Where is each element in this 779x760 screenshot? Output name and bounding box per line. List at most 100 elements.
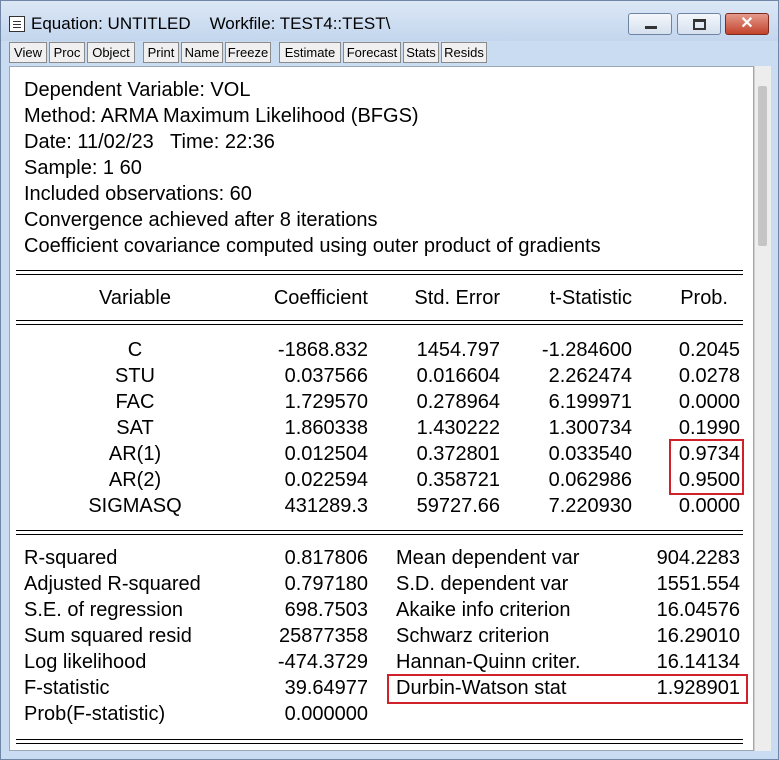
table-cell-variable: STU	[115, 365, 155, 387]
stat-label-se-regression: S.E. of regression	[24, 599, 183, 621]
toolbar-stats-button[interactable]: Stats	[403, 42, 439, 63]
stat-value-schwarz: 16.29010	[656, 625, 740, 647]
toolbar: View Proc Object Print Name Freeze Estim…	[9, 41, 769, 65]
table-cell-t-statistic: -1.284600	[541, 339, 632, 361]
table-cell-t-statistic: 0.033540	[548, 443, 632, 465]
toolbar-estimate-button[interactable]: Estimate	[279, 42, 341, 63]
table-cell-coefficient: 431289.3	[284, 495, 368, 517]
stat-label-adjusted-r-squared: Adjusted R-squared	[24, 573, 201, 595]
divider	[16, 270, 743, 271]
stat-value-adjusted-r-squared: 0.797180	[284, 573, 368, 595]
stat-value-sum-squared-resid: 25877358	[279, 625, 368, 647]
stat-value-hannan-quinn: 16.14134	[656, 651, 740, 673]
table-cell-variable: AR(1)	[108, 443, 162, 465]
method-line: Method: ARMA Maximum Likelihood (BFGS)	[24, 105, 419, 127]
maximize-button[interactable]	[677, 13, 721, 35]
table-cell-coefficient: 1.729570	[284, 391, 368, 413]
stat-label-r-squared: R-squared	[24, 547, 118, 569]
convergence-line: Convergence achieved after 8 iterations	[24, 209, 378, 231]
minimize-button[interactable]	[628, 13, 672, 35]
stat-label-mean-dependent-var: Mean dependent var	[396, 547, 580, 569]
vertical-scrollbar[interactable]	[754, 66, 771, 751]
divider	[16, 534, 743, 535]
scrollbar-thumb[interactable]	[758, 86, 767, 246]
table-cell-std-error: 0.372801	[416, 443, 500, 465]
divider	[16, 739, 743, 740]
stat-label-sum-squared-resid: Sum squared resid	[24, 625, 192, 647]
stat-value-prob-f-statistic: 0.000000	[284, 703, 368, 725]
stat-value-akaike: 16.04576	[656, 599, 740, 621]
close-button[interactable]: ✕	[725, 13, 769, 35]
stat-value-sd-dependent-var: 1551.554	[656, 573, 740, 595]
table-cell-prob: 0.1990	[678, 417, 740, 439]
divider	[16, 274, 743, 275]
table-cell-std-error: 0.016604	[416, 365, 500, 387]
table-cell-prob: 0.2045	[678, 339, 740, 361]
toolbar-proc-button[interactable]: Proc	[49, 42, 85, 63]
stat-label-hannan-quinn: Hannan-Quinn criter.	[396, 651, 581, 673]
toolbar-view-button[interactable]: View	[9, 42, 47, 63]
table-cell-std-error: 1454.797	[416, 339, 500, 361]
column-header-prob: Prob.	[680, 287, 728, 309]
stat-label-prob-f-statistic: Prob(F-statistic)	[24, 703, 166, 725]
table-cell-coefficient: 0.037566	[284, 365, 368, 387]
stat-value-log-likelihood: -474.3729	[277, 651, 368, 673]
maximize-icon	[693, 19, 706, 30]
toolbar-name-button[interactable]: Name	[181, 42, 223, 63]
table-cell-std-error: 59727.66	[416, 495, 500, 517]
table-cell-coefficient: 0.022594	[284, 469, 368, 491]
table-cell-std-error: 0.278964	[416, 391, 500, 413]
table-cell-variable: C	[127, 339, 143, 361]
date-time-line: Date: 11/02/23 Time: 22:36	[24, 131, 275, 153]
stat-label-schwarz: Schwarz criterion	[396, 625, 550, 647]
table-cell-prob: 0.0278	[678, 365, 740, 387]
stat-label-f-statistic: F-statistic	[24, 677, 110, 699]
close-icon: ✕	[740, 15, 754, 32]
divider	[16, 743, 743, 744]
equation-icon	[9, 16, 25, 32]
included-observations-line: Included observations: 60	[24, 183, 252, 205]
title-bar[interactable]: Equation: UNTITLED Workfile: TEST4::TEST…	[1, 1, 778, 41]
column-header-std-error: Std. Error	[414, 287, 500, 309]
sample-line: Sample: 1 60	[24, 157, 142, 179]
table-cell-std-error: 0.358721	[416, 469, 500, 491]
toolbar-forecast-button[interactable]: Forecast	[343, 42, 401, 63]
estimation-output: Dependent Variable: VOL Method: ARMA Max…	[9, 66, 754, 751]
toolbar-resids-button[interactable]: Resids	[441, 42, 487, 63]
table-cell-variable: FAC	[115, 391, 155, 413]
stat-value-se-regression: 698.7503	[284, 599, 368, 621]
equation-window: Equation: UNTITLED Workfile: TEST4::TEST…	[0, 0, 779, 760]
column-header-coefficient: Coefficient	[273, 287, 368, 309]
divider	[16, 320, 743, 321]
covariance-line: Coefficient covariance computed using ou…	[24, 235, 601, 257]
toolbar-print-button[interactable]: Print	[143, 42, 179, 63]
stat-label-log-likelihood: Log likelihood	[24, 651, 147, 673]
window-title: Equation: UNTITLED Workfile: TEST4::TEST…	[31, 14, 391, 33]
dependent-variable-line: Dependent Variable: VOL	[24, 79, 251, 101]
table-cell-t-statistic: 2.262474	[548, 365, 632, 387]
column-header-variable: Variable	[99, 287, 171, 309]
highlight-durbin-watson-box	[387, 674, 748, 704]
table-cell-variable: AR(2)	[108, 469, 162, 491]
highlight-ar-prob-box	[669, 439, 744, 495]
divider	[16, 324, 743, 325]
stat-label-sd-dependent-var: S.D. dependent var	[396, 573, 569, 595]
table-cell-t-statistic: 0.062986	[548, 469, 632, 491]
stat-value-f-statistic: 39.64977	[284, 677, 368, 699]
table-cell-coefficient: -1868.832	[277, 339, 368, 361]
table-cell-prob: 0.0000	[678, 391, 740, 413]
table-cell-std-error: 1.430222	[416, 417, 500, 439]
stat-value-r-squared: 0.817806	[284, 547, 368, 569]
table-cell-prob: 0.0000	[678, 495, 740, 517]
table-cell-t-statistic: 6.199971	[548, 391, 632, 413]
minimize-icon	[645, 26, 657, 29]
table-cell-coefficient: 0.012504	[284, 443, 368, 465]
stat-label-akaike: Akaike info criterion	[396, 599, 571, 621]
table-cell-variable: SAT	[116, 417, 154, 439]
table-cell-t-statistic: 1.300734	[548, 417, 632, 439]
stat-value-mean-dependent-var: 904.2283	[656, 547, 740, 569]
divider	[16, 530, 743, 531]
table-cell-t-statistic: 7.220930	[548, 495, 632, 517]
toolbar-freeze-button[interactable]: Freeze	[225, 42, 271, 63]
toolbar-object-button[interactable]: Object	[87, 42, 135, 63]
